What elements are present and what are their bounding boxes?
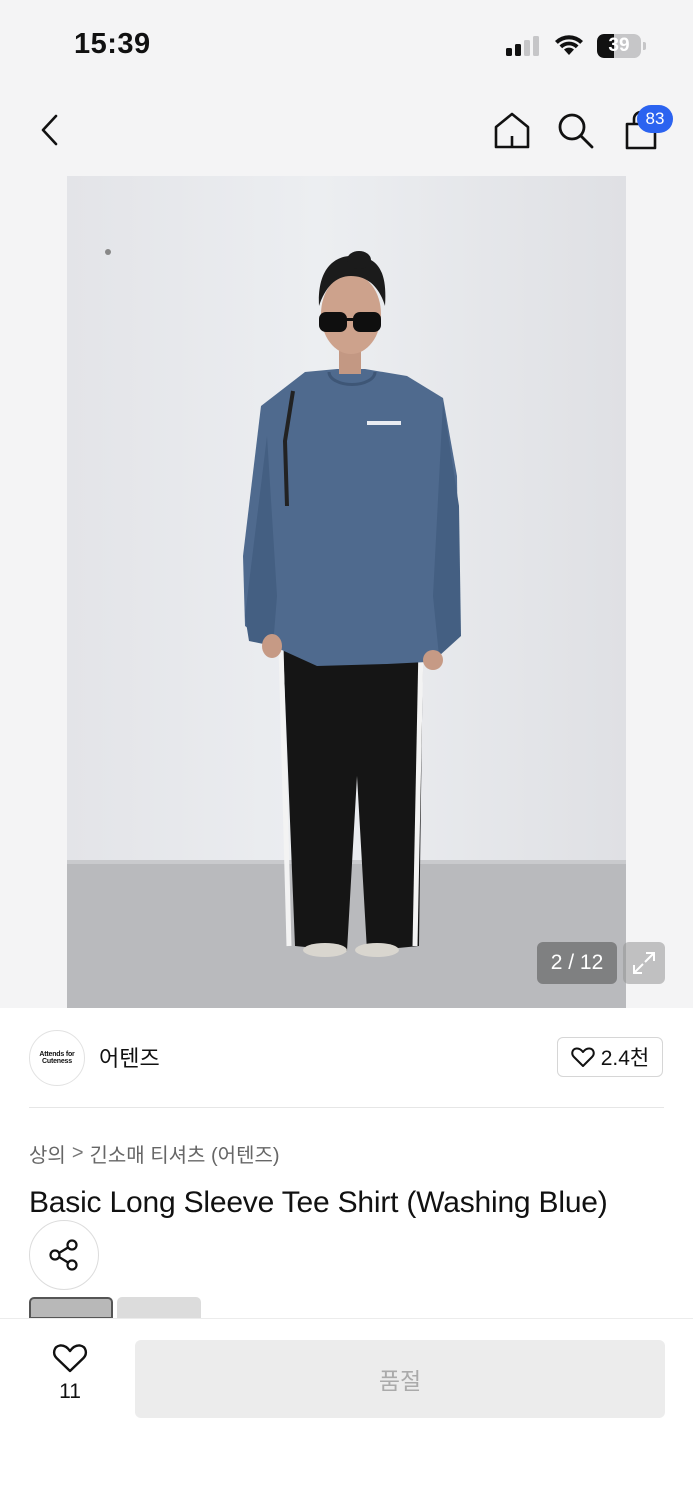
cellular-signal-icon xyxy=(506,36,539,56)
breadcrumb: 상의 > 긴소매 티셔츠 (어텐즈) xyxy=(29,1139,280,1168)
battery-level: 39 xyxy=(608,35,630,56)
search-icon xyxy=(558,113,594,149)
brand-logo-line-2: Cuteness xyxy=(42,1058,72,1065)
thumbnail[interactable] xyxy=(117,1297,201,1319)
breadcrumb-item-category[interactable]: 상의 xyxy=(29,1139,66,1168)
brand-logo-line-1: Attends for xyxy=(39,1051,75,1058)
breadcrumb-item-subcategory[interactable]: 긴소매 티셔츠 (어텐즈) xyxy=(90,1139,280,1168)
wifi-icon xyxy=(555,35,583,55)
sold-out-button[interactable]: 품절 xyxy=(135,1340,665,1418)
brand-logo[interactable]: Attends for Cuteness xyxy=(29,1030,85,1086)
cart-count-badge: 83 xyxy=(637,105,673,133)
model-photo xyxy=(67,176,626,1008)
breadcrumb-separator: > xyxy=(71,1142,84,1164)
divider xyxy=(29,1107,664,1108)
brand-like-button[interactable]: 2.4천 xyxy=(557,1037,663,1077)
home-button[interactable] xyxy=(488,106,536,154)
expand-arrows-icon xyxy=(633,952,655,974)
brand-like-count: 2.4천 xyxy=(600,1047,650,1070)
home-icon xyxy=(494,112,530,149)
expand-image-button[interactable] xyxy=(623,942,665,984)
product-title: Basic Long Sleeve Tee Shirt (Washing Blu… xyxy=(29,1186,608,1219)
back-chevron-icon xyxy=(41,114,58,146)
heart-outline-icon xyxy=(52,1344,88,1373)
wishlist-count: 11 xyxy=(59,1380,81,1403)
image-counter: 2 / 12 xyxy=(537,942,617,984)
status-time: 15:39 xyxy=(74,28,151,60)
product-image[interactable] xyxy=(67,176,626,1008)
back-button[interactable] xyxy=(26,106,74,154)
thumbnail-selected[interactable] xyxy=(29,1297,113,1319)
wishlist-button[interactable]: 11 xyxy=(40,1342,100,1412)
share-button[interactable] xyxy=(29,1220,99,1290)
search-button[interactable] xyxy=(551,106,599,154)
battery-icon: 39 xyxy=(597,34,649,58)
heart-outline-icon xyxy=(571,1047,595,1067)
share-icon xyxy=(49,1239,78,1271)
brand-name[interactable]: 어텐즈 xyxy=(99,1041,160,1073)
